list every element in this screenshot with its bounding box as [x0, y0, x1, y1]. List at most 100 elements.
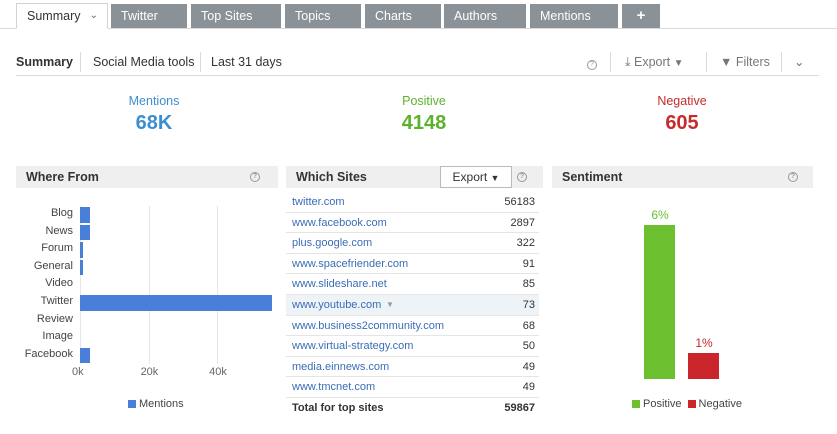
x-tick-label: 20k — [140, 366, 159, 379]
help-icon[interactable]: ? — [250, 172, 260, 182]
total-value: 59867 — [504, 402, 535, 414]
table-row[interactable]: www.slideshare.net 85 — [286, 274, 539, 295]
help-icon[interactable]: ? — [517, 172, 527, 182]
site-count: 50 — [522, 340, 535, 353]
table-row[interactable]: www.virtual-strategy.com 50 — [286, 336, 539, 357]
toolbar: Summary Social Media tools Last 31 days … — [16, 48, 819, 76]
legend-label: Positive — [643, 398, 682, 410]
export-button[interactable]: ⤓ Export ▼ — [625, 48, 684, 76]
bar[interactable] — [80, 224, 91, 241]
divider — [706, 52, 707, 72]
site-link[interactable]: www.tmcnet.com — [292, 377, 375, 397]
divider — [781, 52, 782, 72]
tab-charts[interactable]: Charts — [365, 4, 441, 28]
help-icon[interactable]: ? — [587, 48, 597, 76]
total-row: Total for top sites 59867 — [286, 398, 539, 419]
legend-swatch — [128, 400, 136, 408]
tab-twitter[interactable]: Twitter — [111, 4, 187, 28]
chevron-down-icon: ▼ — [673, 58, 684, 69]
tab-label: Summary — [27, 9, 81, 23]
site-link[interactable]: twitter.com — [292, 192, 345, 212]
where-from-panel: Where From ? 0k 20k 40k Blog News Forum Genera… — [16, 166, 278, 420]
table-row[interactable]: media.einnews.com 49 — [286, 357, 539, 378]
site-link[interactable]: www.slideshare.net — [292, 274, 387, 294]
plus-icon: + — [636, 7, 646, 24]
site-link[interactable]: www.spacefriender.com — [292, 254, 408, 274]
collapse-button[interactable]: ⌄ — [794, 48, 804, 76]
bar-value-label: 1% — [695, 336, 713, 351]
category-label: Review — [36, 312, 73, 325]
tab-topics[interactable]: Topics — [285, 4, 361, 28]
category-label: Blog — [50, 207, 73, 219]
sites-export-button[interactable]: Export ▼ — [440, 166, 512, 188]
filters-button[interactable]: ▼ Filters — [720, 48, 770, 76]
divider — [610, 52, 611, 72]
category-label: Video — [45, 277, 73, 290]
filter-icon: ▼ — [720, 55, 733, 69]
site-link[interactable]: www.virtual-strategy.com — [292, 336, 413, 356]
site-link[interactable]: www.facebook.com — [292, 213, 387, 233]
chart-legend: Positive Negative — [632, 398, 748, 410]
sentiment-bar[interactable] — [644, 225, 675, 379]
table-row[interactable]: www.tmcnet.com 49 — [286, 377, 539, 398]
site-link[interactable]: plus.google.com — [292, 233, 372, 253]
tab-label: Authors — [454, 9, 498, 23]
tab-label: Topics — [295, 9, 331, 23]
add-tab-button[interactable]: + — [622, 4, 660, 28]
caret-down-icon[interactable]: ▼ — [386, 295, 394, 315]
site-link[interactable]: www.youtube.com — [292, 295, 381, 315]
tab-mentions[interactable]: Mentions — [530, 4, 618, 28]
kpi-label: Positive — [402, 94, 446, 108]
legend-swatch — [632, 400, 640, 408]
bar[interactable] — [80, 347, 91, 364]
legend-label: Negative — [698, 398, 742, 410]
summary-label: Summary — [16, 55, 73, 69]
panel-header: Where From ? — [16, 166, 278, 188]
site-count: 85 — [522, 278, 535, 291]
tab-summary[interactable]: Summary ⌄ — [16, 3, 108, 29]
tab-authors[interactable]: Authors — [444, 4, 526, 28]
kpi-positive: Positive 4148 — [324, 94, 524, 135]
chevron-down-icon: ⌄ — [794, 55, 805, 69]
table-row[interactable]: twitter.com 56183 — [286, 192, 539, 213]
kpi-value: 68K — [135, 112, 173, 134]
category-label: General — [33, 259, 73, 272]
tab-bar: Summary ⌄ Twitter Top Sites Topics Chart… — [0, 0, 837, 29]
site-count: 49 — [522, 360, 535, 373]
category-label: News — [45, 224, 73, 237]
table-row[interactable]: www.youtube.com ▼ 73 — [286, 295, 539, 316]
site-link[interactable]: www.business2community.com — [292, 316, 444, 336]
site-count: 322 — [516, 237, 535, 250]
date-range-selector[interactable]: Last 31 days — [211, 48, 282, 76]
where-from-chart: 0k 20k 40k Blog News Forum General Video Twitter… — [16, 188, 278, 420]
panel-title: Sentiment — [562, 170, 623, 184]
source-selector[interactable]: Social Media tools — [93, 48, 194, 76]
chart-legend: Mentions — [128, 398, 184, 410]
help-icon[interactable]: ? — [788, 172, 798, 182]
bar[interactable] — [80, 207, 91, 223]
kpi-mentions: Mentions 68K — [54, 94, 254, 135]
legend-item: Negative — [687, 398, 742, 410]
table-row[interactable]: www.business2community.com 68 — [286, 316, 539, 337]
site-count: 49 — [522, 381, 535, 394]
table-row[interactable]: www.facebook.com 2897 — [286, 213, 539, 234]
chevron-down-icon[interactable]: ⌄ — [90, 4, 98, 28]
bar[interactable] — [80, 242, 84, 258]
kpi-negative: Negative 605 — [582, 94, 782, 135]
divider — [200, 52, 201, 72]
tab-label: Charts — [375, 9, 412, 23]
sentiment-panel: Sentiment ? 6% 1% Positive Negative — [552, 166, 813, 420]
bar[interactable] — [80, 259, 84, 276]
table-row[interactable]: plus.google.com 322 — [286, 233, 539, 254]
sentiment-bar[interactable] — [688, 353, 719, 379]
category-label: Facebook — [24, 347, 73, 360]
download-icon: ⤓ — [625, 55, 631, 69]
table-row[interactable]: www.spacefriender.com 91 — [286, 254, 539, 275]
site-count: 73 — [522, 299, 535, 311]
site-link[interactable]: media.einnews.com — [292, 357, 389, 377]
tab-top-sites[interactable]: Top Sites — [191, 4, 281, 28]
site-count: 56183 — [504, 196, 535, 208]
category-label: Image — [42, 330, 73, 343]
bar[interactable] — [80, 295, 272, 311]
gridline — [148, 206, 150, 365]
